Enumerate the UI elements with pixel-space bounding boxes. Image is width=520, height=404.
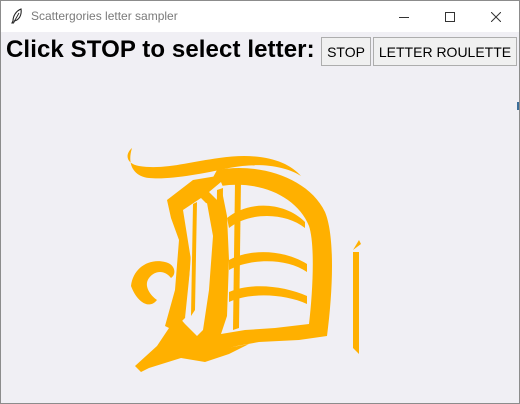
instruction-label: Click STOP to select letter: bbox=[6, 36, 315, 63]
feather-icon bbox=[10, 8, 24, 24]
close-button[interactable] bbox=[473, 1, 519, 32]
selected-letter-display bbox=[109, 140, 369, 372]
blackletter-letter-glyph bbox=[127, 148, 361, 372]
main-panel: Click STOP to select letter: STOP LETTER… bbox=[1, 32, 519, 403]
window-title: Scattergories letter sampler bbox=[31, 9, 178, 23]
app-window: Scattergories letter sampler Click STOP … bbox=[0, 0, 520, 404]
title-bar[interactable]: Scattergories letter sampler bbox=[1, 1, 519, 32]
stop-button[interactable]: STOP bbox=[321, 37, 371, 66]
edge-marker bbox=[517, 102, 519, 110]
letter-roulette-button[interactable]: LETTER ROULETTE bbox=[373, 37, 517, 66]
maximize-button[interactable] bbox=[427, 1, 473, 32]
minimize-button[interactable] bbox=[381, 1, 427, 32]
minimize-icon bbox=[399, 12, 409, 22]
maximize-icon bbox=[445, 11, 455, 22]
close-icon bbox=[491, 11, 501, 22]
